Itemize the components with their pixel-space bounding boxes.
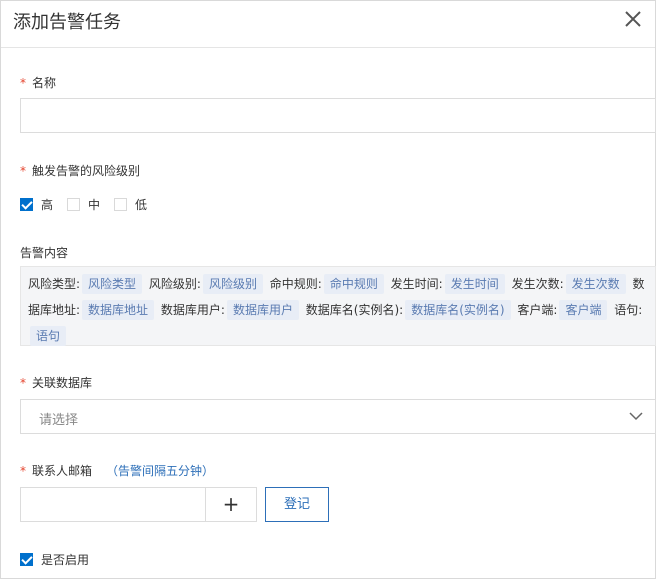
name-label: * 名称 (20, 74, 56, 91)
add-email-button[interactable]: + (205, 487, 257, 522)
required-mark: * (20, 464, 26, 478)
option-label: 高 (41, 198, 54, 212)
content-tag[interactable]: 语句 (30, 326, 67, 346)
content-key: 发生时间: (390, 277, 443, 291)
content-tag[interactable]: 客户端 (559, 300, 608, 320)
email-label-text: 联系人邮箱 (32, 464, 93, 478)
option-label: 中 (88, 198, 101, 212)
email-input[interactable] (20, 487, 206, 522)
risk-option-high[interactable]: 高 (20, 196, 53, 213)
risk-level-options: 高 中 低 (20, 196, 161, 213)
email-hint: （告警间隔五分钟） (106, 464, 215, 478)
content-tag[interactable]: 风险类型 (82, 274, 143, 294)
enabled-label: 是否启用 (41, 553, 90, 567)
content-key: 风险级别: (148, 277, 201, 291)
content-key: 语句: (614, 303, 643, 317)
database-label: * 关联数据库 (20, 374, 92, 391)
content-key: 命中规则: (269, 277, 322, 291)
database-select-placeholder: 请选择 (39, 413, 79, 428)
close-icon-svg (625, 11, 641, 27)
checkbox-low[interactable] (114, 198, 128, 211)
database-select[interactable]: 请选择 (20, 399, 656, 434)
alert-content-label: 告警内容 (20, 246, 69, 260)
required-mark: * (20, 164, 26, 178)
content-key: 发生次数: (511, 277, 564, 291)
content-tag[interactable]: 命中规则 (323, 274, 384, 294)
add-alert-task-dialog: 添加告警任务 * 名称 * 触发告警的风险级别 高 中 低 告警内容 风险类型: 风险… (0, 0, 656, 579)
risk-level-label: * 触发告警的风险级别 (20, 162, 140, 179)
content-tag[interactable]: 数据库用户 (226, 300, 299, 320)
content-key: 数据库用户: (160, 303, 225, 317)
content-key: 风险类型: (28, 277, 81, 291)
content-tag[interactable]: 发生次数 (565, 274, 626, 294)
database-label-text: 关联数据库 (32, 376, 93, 390)
dialog-title: 添加告警任务 (13, 12, 121, 33)
email-label: * 联系人邮箱 （告警间隔五分钟） (20, 462, 214, 479)
content-tag[interactable]: 数据库名(实例名) (405, 300, 511, 320)
content-tag[interactable]: 发生时间 (444, 274, 505, 294)
name-label-text: 名称 (32, 76, 57, 90)
risk-option-low[interactable]: 低 (114, 196, 147, 213)
dialog-header: 添加告警任务 (1, 1, 655, 48)
name-input[interactable] (20, 98, 656, 133)
chevron-down-icon (629, 410, 643, 425)
alert-content-box: 风险类型: 风险类型 风险级别: 风险级别 命中规则: 命中规则 发生时间: 发生时间 … (20, 266, 656, 346)
required-mark: * (20, 76, 26, 90)
content-key: 数据库名(实例名): (305, 303, 404, 317)
enabled-option[interactable]: 是否启用 (20, 551, 89, 568)
risk-level-label-text: 触发告警的风险级别 (32, 164, 141, 178)
risk-option-medium[interactable]: 中 (67, 196, 100, 213)
checkbox-medium[interactable] (67, 198, 81, 211)
content-tag[interactable]: 数据库地址 (82, 300, 155, 320)
checkbox-high[interactable] (20, 198, 33, 211)
content-tag[interactable]: 风险级别 (202, 274, 263, 294)
required-mark: * (20, 376, 26, 390)
register-button[interactable]: 登记 (265, 487, 329, 522)
checkbox-enabled[interactable] (20, 553, 33, 566)
content-key: 客户端: (517, 303, 558, 317)
option-label: 低 (135, 198, 148, 212)
close-icon[interactable] (623, 9, 643, 29)
